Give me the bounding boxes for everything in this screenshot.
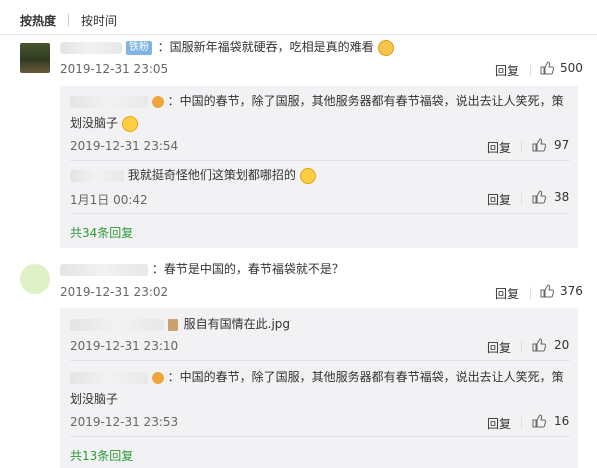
like-count: 20	[554, 338, 570, 352]
reply-text-row: ：中国的春节，除了国服，其他服务器都有春节福袋，说出去让人笑死，策	[70, 92, 564, 110]
username[interactable]	[60, 263, 148, 276]
thumbs-up-icon	[540, 284, 554, 298]
like-button[interactable]: 500	[540, 61, 583, 75]
tab-separator	[68, 14, 70, 26]
reply-time: 1月1日 00:42	[70, 193, 148, 207]
reply-time: 2019-12-31 23:53	[70, 415, 179, 429]
like-count: 16	[554, 414, 570, 428]
thumbs-up-icon	[532, 138, 546, 152]
like-count: 500	[560, 61, 583, 75]
username[interactable]	[70, 95, 148, 108]
reply-divider	[70, 436, 570, 437]
reply-button[interactable]: 回复	[487, 339, 511, 356]
sort-tabs: 按热度 按时间	[20, 11, 117, 29]
thumbs-up-icon	[532, 338, 546, 352]
shocked-emoji-icon	[121, 115, 138, 132]
thumbs-up-icon	[540, 61, 554, 75]
crying-emoji-icon	[377, 39, 394, 56]
sweat-emoji-icon	[299, 167, 316, 184]
reply-text-cont: 划没脑子	[70, 392, 119, 406]
reply-text-row-2: 划没脑子	[70, 114, 138, 132]
like-button[interactable]: 376	[540, 284, 583, 298]
comment-time: 2019-12-31 23:02	[60, 285, 169, 299]
like-button[interactable]: 97	[532, 138, 569, 152]
reply-button[interactable]: 回复	[487, 191, 511, 208]
tabs-divider	[0, 34, 597, 35]
reply-button[interactable]: 回复	[495, 62, 519, 79]
like-count: 97	[554, 138, 570, 152]
reply-divider	[70, 213, 570, 214]
deer-emoji-icon	[167, 318, 178, 331]
level-badge-icon	[151, 95, 164, 108]
reply-button[interactable]: 回复	[487, 139, 511, 156]
level-badge-icon	[151, 371, 164, 384]
comment-text: ：国服新年福袋就硬吞，吃相是真的难看	[157, 40, 374, 54]
reply-divider	[70, 160, 570, 161]
username[interactable]	[70, 169, 124, 182]
action-separator	[521, 193, 522, 205]
action-separator	[521, 341, 522, 353]
like-count: 38	[554, 190, 570, 204]
avatar[interactable]	[20, 264, 50, 294]
comment-time: 2019-12-31 23:05	[60, 62, 169, 76]
reply-divider	[70, 360, 570, 361]
action-separator	[521, 141, 522, 153]
comment-text: ：春节是中国的，春节福袋就不是？	[151, 262, 344, 276]
more-replies-link[interactable]: 共34条回复	[70, 224, 133, 241]
comment-text-row: 铁粉 ：国服新年福袋就硬吞，吃相是真的难看	[60, 38, 394, 56]
tab-by-time[interactable]: 按时间	[81, 12, 117, 29]
reply-text: ：中国的春节，除了国服，其他服务器都有春节福袋，说出去让人笑死，策	[167, 370, 564, 384]
reply-button[interactable]: 回复	[487, 415, 511, 432]
username[interactable]	[70, 371, 148, 384]
reply-time: 2019-12-31 23:54	[70, 139, 179, 153]
like-count: 376	[560, 284, 583, 298]
thumbs-up-icon	[532, 414, 546, 428]
reply-text-row: 我就挺奇怪他们这策划都哪招的	[70, 166, 316, 184]
reply-text: 服自有国情在此.jpg	[183, 317, 291, 331]
reply-text-row: ：中国的春节，除了国服，其他服务器都有春节福袋，说出去让人笑死，策	[70, 368, 564, 386]
avatar[interactable]	[20, 43, 50, 73]
reply-text: 我就挺奇怪他们这策划都哪招的	[127, 168, 296, 182]
reply-text-cont: 划没脑子	[70, 116, 119, 130]
like-button[interactable]: 20	[532, 338, 569, 352]
reply-text-row-2: 划没脑子	[70, 390, 118, 408]
action-separator	[530, 64, 531, 76]
more-replies-link[interactable]: 共13条回复	[70, 447, 133, 464]
tab-by-hot[interactable]: 按热度	[20, 12, 56, 29]
action-separator	[530, 287, 531, 299]
like-button[interactable]: 38	[532, 190, 569, 204]
fan-badge: 铁粉	[125, 40, 152, 55]
reply-text-row: 服自有国情在此.jpg	[70, 315, 290, 333]
action-separator	[521, 417, 522, 429]
comment-text-row: ：春节是中国的，春节福袋就不是？	[60, 260, 344, 278]
reply-time: 2019-12-31 23:10	[70, 339, 179, 353]
like-button[interactable]: 16	[532, 414, 569, 428]
reply-text: ：中国的春节，除了国服，其他服务器都有春节福袋，说出去让人笑死，策	[167, 94, 564, 108]
thumbs-up-icon	[532, 190, 546, 204]
username[interactable]	[70, 318, 164, 331]
username[interactable]	[60, 41, 122, 54]
reply-button[interactable]: 回复	[495, 285, 519, 302]
